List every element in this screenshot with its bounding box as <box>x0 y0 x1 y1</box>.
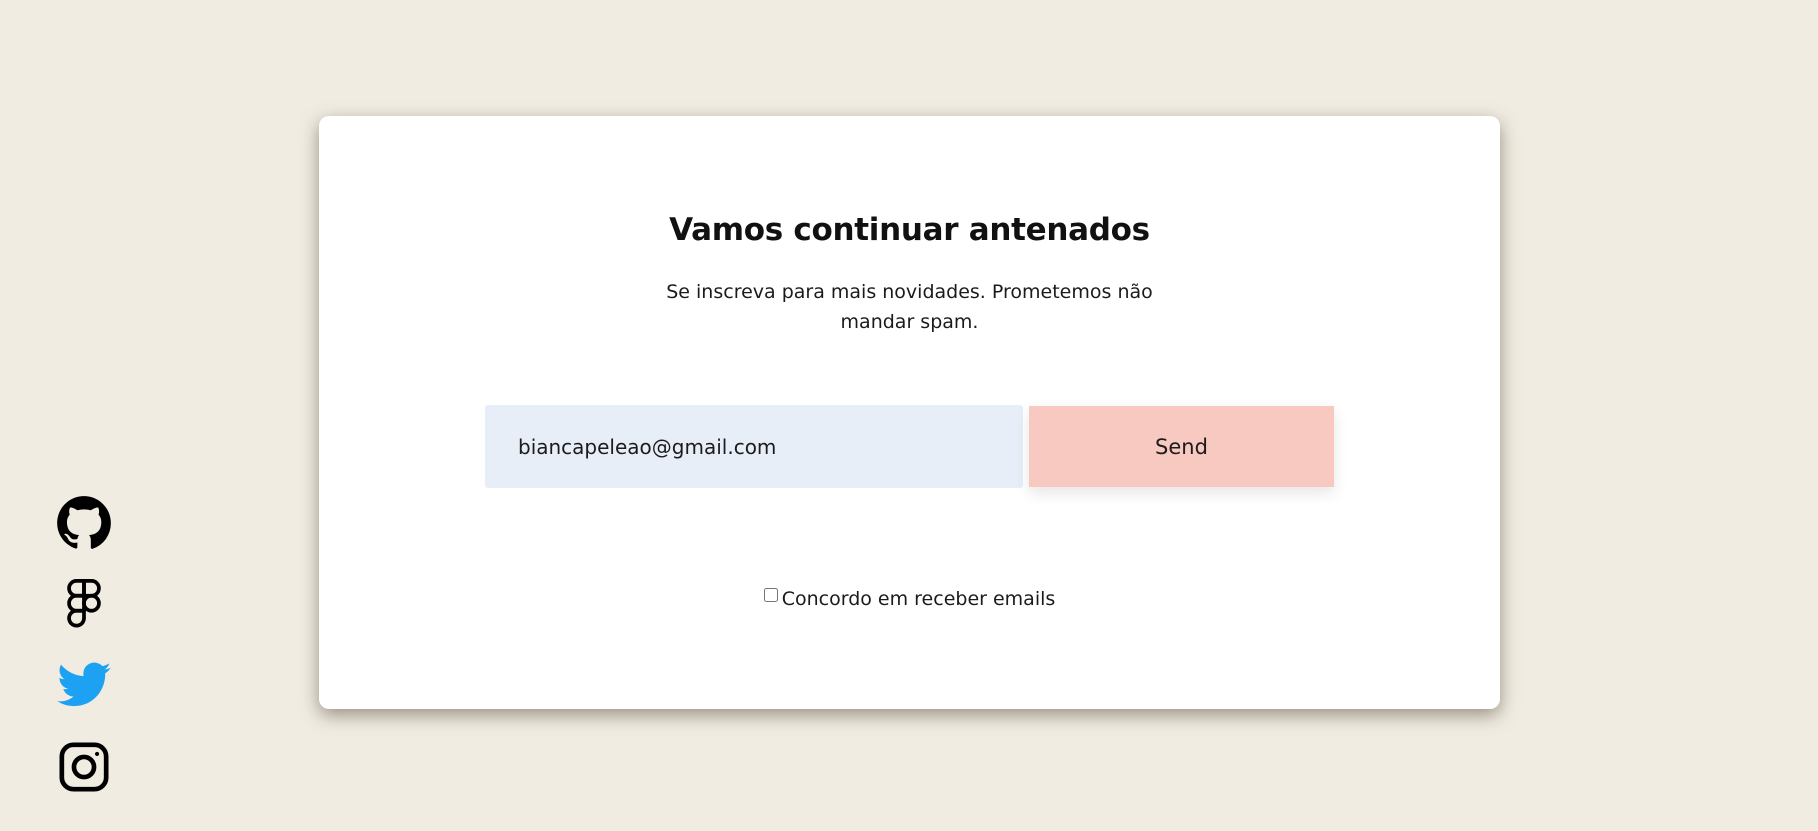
twitter-icon <box>57 662 111 707</box>
github-link[interactable] <box>56 495 112 551</box>
agree-label: Concordo em receber emails <box>781 588 1056 610</box>
agree-checkbox-row: Concordo em receber emails <box>319 588 1500 610</box>
figma-link[interactable] <box>56 575 112 631</box>
github-icon <box>57 496 111 549</box>
email-input[interactable] <box>485 405 1023 488</box>
instagram-icon <box>59 742 109 792</box>
send-button[interactable]: Send <box>1029 406 1334 487</box>
instagram-link[interactable] <box>56 739 112 795</box>
newsletter-card: Vamos continuar antenados Se inscreva pa… <box>319 116 1500 709</box>
agree-checkbox[interactable] <box>763 588 778 602</box>
twitter-link[interactable] <box>56 657 112 713</box>
card-subtitle: Se inscreva para mais novidades. Promete… <box>666 281 1153 333</box>
figma-icon <box>67 578 101 628</box>
card-title: Vamos continuar antenados <box>669 212 1150 248</box>
